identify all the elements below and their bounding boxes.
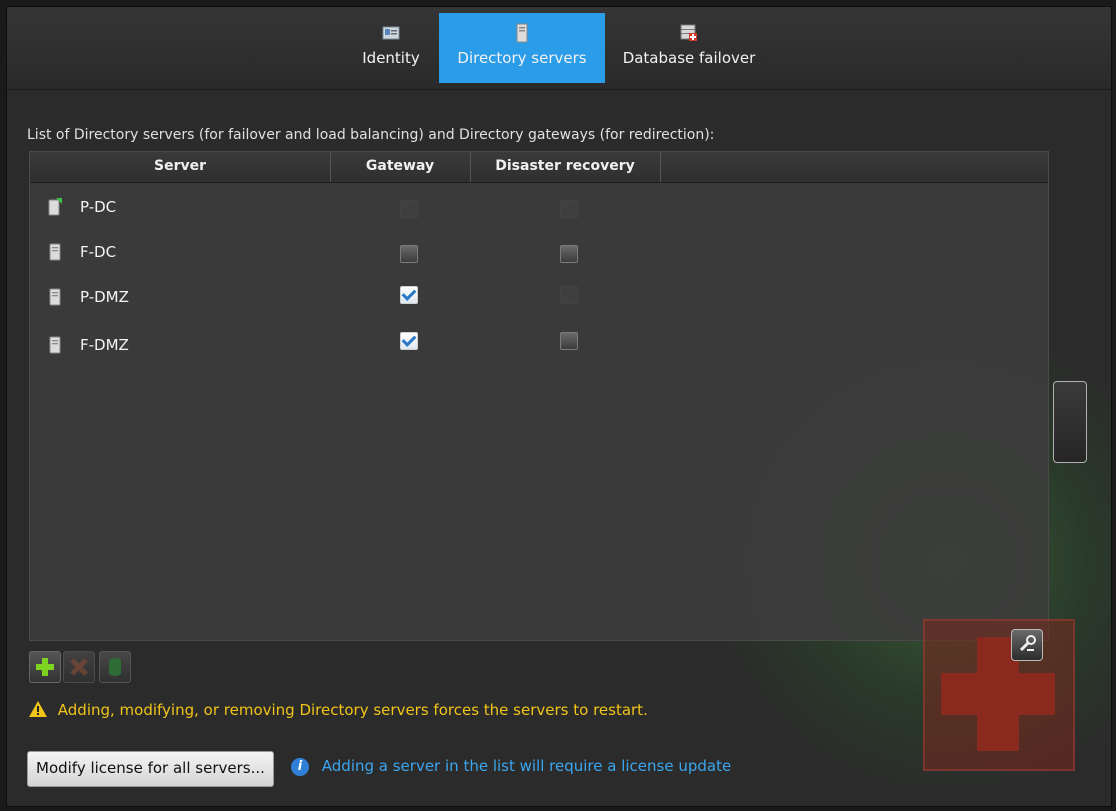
disaster-recovery-checkbox[interactable]: [560, 245, 578, 263]
warning-text: Adding, modifying, or removing Directory…: [57, 701, 648, 719]
tab-database-failover[interactable]: Database failover: [611, 13, 767, 83]
server-icon: [49, 288, 61, 306]
delete-icon: [70, 658, 88, 676]
configure-button[interactable]: [1011, 629, 1043, 661]
scroll-handle[interactable]: [1053, 381, 1087, 463]
table-row[interactable]: F-DC: [30, 231, 1048, 276]
modify-license-button[interactable]: Modify license for all servers...: [27, 751, 274, 787]
database-failover-icon: [680, 24, 697, 41]
license-info: i Adding a server in the list will requi…: [291, 757, 731, 776]
database-button[interactable]: [99, 651, 131, 683]
tab-bar: Identity Directory servers Database fail…: [7, 7, 1111, 90]
gateway-checkbox[interactable]: [400, 332, 418, 350]
disaster-recovery-checkbox[interactable]: [560, 332, 578, 350]
content-area: List of Directory servers (for failover …: [7, 91, 1111, 806]
gateway-checkbox[interactable]: [400, 286, 418, 304]
server-name: P-DMZ: [80, 288, 129, 306]
gateway-checkbox: [400, 200, 418, 218]
server-name: P-DC: [80, 198, 117, 216]
servers-description: List of Directory servers (for failover …: [27, 127, 715, 143]
primary-server-icon: [48, 198, 62, 216]
tab-directory-servers[interactable]: Directory servers: [439, 13, 605, 83]
gateway-checkbox[interactable]: [400, 245, 418, 263]
restart-warning: Adding, modifying, or removing Directory…: [29, 701, 648, 719]
tab-identity-label: Identity: [362, 49, 420, 67]
wrench-icon: [1019, 635, 1036, 652]
server-icon: [49, 336, 61, 354]
failover-logo: [923, 619, 1075, 771]
database-icon: [109, 658, 121, 676]
add-server-button[interactable]: [29, 651, 61, 683]
info-icon: i: [291, 758, 309, 776]
column-header-gateway[interactable]: Gateway: [330, 152, 471, 182]
tab-identity[interactable]: Identity: [351, 13, 431, 83]
tab-directory-servers-label: Directory servers: [457, 49, 587, 67]
plus-icon: [36, 658, 54, 676]
server-name: F-DMZ: [80, 336, 129, 354]
remove-server-button[interactable]: [63, 651, 95, 683]
table-row[interactable]: F-DMZ: [30, 324, 1048, 369]
server-icon: [516, 23, 528, 43]
column-header-disaster-recovery[interactable]: Disaster recovery: [470, 152, 661, 182]
identity-card-icon: [382, 26, 400, 40]
disaster-recovery-checkbox: [560, 286, 578, 304]
table-row[interactable]: P-DC: [30, 186, 1048, 231]
tab-database-failover-label: Database failover: [622, 49, 756, 67]
info-text: Adding a server in the list will require…: [321, 757, 732, 775]
directory-servers-panel: Identity Directory servers Database fail…: [6, 6, 1112, 807]
table-header: Server Gateway Disaster recovery: [30, 152, 1048, 183]
server-name: F-DC: [80, 243, 117, 261]
server-icon: [49, 243, 61, 261]
disaster-recovery-checkbox: [560, 200, 578, 218]
servers-table: Server Gateway Disaster recovery P-DC F-…: [29, 151, 1049, 641]
column-header-server[interactable]: Server: [30, 152, 331, 182]
warning-icon: [29, 701, 47, 717]
table-row[interactable]: P-DMZ: [30, 276, 1048, 321]
